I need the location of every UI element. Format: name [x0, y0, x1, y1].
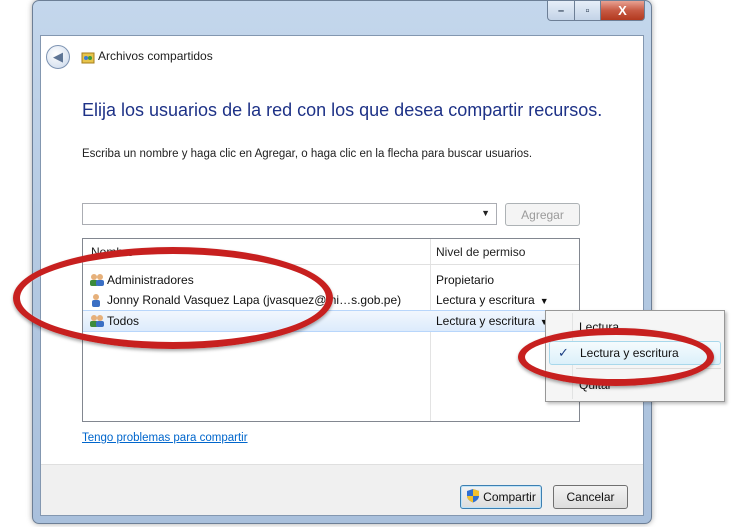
dropdown-arrow-icon[interactable]: ▼: [481, 208, 490, 218]
column-header-permission[interactable]: Nivel de permiso: [436, 245, 525, 259]
user-name-combobox[interactable]: ▼: [82, 203, 497, 225]
minimize-button[interactable]: –: [547, 1, 575, 21]
share-button-label: Compartir: [483, 490, 536, 504]
row-permission[interactable]: Lectura y escritura▼: [436, 314, 549, 328]
add-button[interactable]: Agregar: [505, 203, 580, 226]
sharing-help-link[interactable]: Tengo problemas para compartir: [82, 432, 248, 444]
permission-label: Propietario: [436, 273, 495, 287]
chevron-down-icon[interactable]: ▼: [540, 296, 549, 306]
permission-label: Lectura y escritura: [436, 293, 535, 307]
share-button[interactable]: Compartir: [460, 485, 542, 509]
row-permission: Propietario: [436, 273, 494, 287]
cancel-button[interactable]: Cancelar: [553, 485, 628, 509]
close-button[interactable]: X: [601, 1, 645, 21]
annotation-oval-users: [13, 247, 333, 349]
caption-buttons: – ▫ X: [547, 1, 645, 21]
page-heading: Elija los usuarios de la red con los que…: [82, 100, 603, 120]
maximize-button[interactable]: ▫: [575, 1, 601, 21]
row-permission[interactable]: Lectura y escritura ▼: [436, 293, 549, 307]
shared-folder-icon: [81, 50, 95, 69]
permission-label: Lectura y escritura: [436, 314, 535, 328]
annotation-oval-menu: [518, 328, 714, 386]
back-arrow-icon: ◀: [53, 49, 63, 64]
instruction-text: Escriba un nombre y haga clic en Agregar…: [82, 148, 533, 160]
window-title: Archivos compartidos: [98, 49, 213, 63]
back-button[interactable]: ◀: [46, 45, 70, 69]
uac-shield-icon: [466, 488, 480, 506]
